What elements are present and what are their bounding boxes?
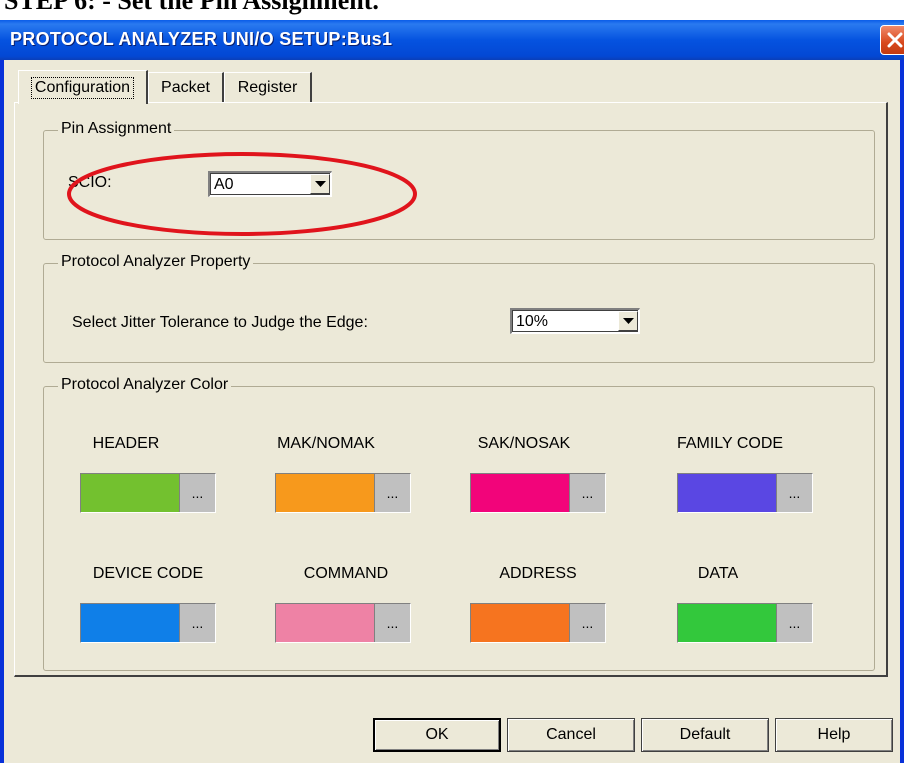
jitter-dropdown-button[interactable] [618, 311, 638, 331]
tab-packet-label: Packet [161, 78, 210, 96]
close-button[interactable] [880, 25, 904, 55]
color-group-label: Protocol Analyzer Color [58, 376, 232, 394]
color-picker-button[interactable]: ... [179, 604, 215, 642]
tab-configuration[interactable]: Configuration [18, 70, 148, 104]
jitter-tolerance-select[interactable]: 10% [510, 308, 640, 334]
close-icon [887, 32, 903, 48]
color-picker-sak-nosak[interactable]: ... [470, 473, 606, 513]
color-swatch-family-code [678, 474, 776, 512]
tab-register[interactable]: Register [224, 72, 312, 102]
ok-button[interactable]: OK [373, 718, 501, 752]
scio-dropdown-button[interactable] [310, 174, 330, 194]
color-picker-command[interactable]: ... [275, 603, 411, 643]
color-label-data: DATA [697, 565, 739, 582]
color-swatch-header [81, 474, 179, 512]
title-bar[interactable]: PROTOCOL ANALYZER UNI/O SETUP:Bus1 [0, 20, 904, 60]
color-picker-button[interactable]: ... [374, 604, 410, 642]
color-swatch-address [471, 604, 569, 642]
scio-label: SCIO: [68, 174, 112, 191]
color-label-sak-nosak: SAK/NOSAK [477, 435, 571, 452]
color-group: Protocol Analyzer Color HEADER ... MAK/N… [43, 376, 875, 671]
color-swatch-data [678, 604, 776, 642]
color-label-command: COMMAND [303, 565, 389, 582]
chevron-down-icon [315, 181, 326, 187]
document-step-heading: STEP 6: - Set the Pin Assignment. [4, 0, 379, 15]
color-picker-mak-nomak[interactable]: ... [275, 473, 411, 513]
color-picker-button[interactable]: ... [776, 474, 812, 512]
property-group-label: Protocol Analyzer Property [58, 253, 254, 271]
color-label-mak-nomak: MAK/NOMAK [277, 435, 375, 452]
pin-assignment-group: Pin Assignment SCIO: A0 [43, 120, 875, 240]
scio-select[interactable]: A0 [208, 171, 332, 197]
tab-packet[interactable]: Packet [148, 72, 224, 102]
jitter-tolerance-value: 10% [516, 313, 549, 330]
cancel-button[interactable]: Cancel [507, 718, 635, 752]
color-picker-button[interactable]: ... [776, 604, 812, 642]
color-label-header: HEADER [92, 435, 160, 452]
configuration-panel: Pin Assignment SCIO: A0 Protocol Analyze… [14, 102, 888, 677]
color-swatch-device-code [81, 604, 179, 642]
color-picker-device-code[interactable]: ... [80, 603, 216, 643]
chevron-down-icon [623, 318, 634, 324]
scio-select-value: A0 [214, 176, 234, 193]
jitter-tolerance-label: Select Jitter Tolerance to Judge the Edg… [72, 314, 368, 331]
default-button[interactable]: Default [641, 718, 769, 752]
color-label-device-code: DEVICE CODE [92, 565, 204, 582]
pin-assignment-group-label: Pin Assignment [58, 120, 175, 138]
window-title: PROTOCOL ANALYZER UNI/O SETUP:Bus1 [10, 29, 393, 49]
help-button[interactable]: Help [775, 718, 893, 752]
color-picker-button[interactable]: ... [569, 474, 605, 512]
color-picker-family-code[interactable]: ... [677, 473, 813, 513]
color-swatch-command [276, 604, 374, 642]
color-picker-button[interactable]: ... [374, 474, 410, 512]
color-swatch-mak-nomak [276, 474, 374, 512]
color-picker-data[interactable]: ... [677, 603, 813, 643]
color-picker-button[interactable]: ... [179, 474, 215, 512]
tab-register-label: Register [237, 78, 298, 96]
color-picker-button[interactable]: ... [569, 604, 605, 642]
color-swatch-sak-nosak [471, 474, 569, 512]
property-group: Protocol Analyzer Property Select Jitter… [43, 253, 875, 363]
color-picker-header[interactable]: ... [80, 473, 216, 513]
color-label-family-code: FAMILY CODE [676, 435, 784, 452]
color-label-address: ADDRESS [499, 565, 577, 582]
tab-configuration-label: Configuration [30, 76, 135, 99]
color-picker-address[interactable]: ... [470, 603, 606, 643]
